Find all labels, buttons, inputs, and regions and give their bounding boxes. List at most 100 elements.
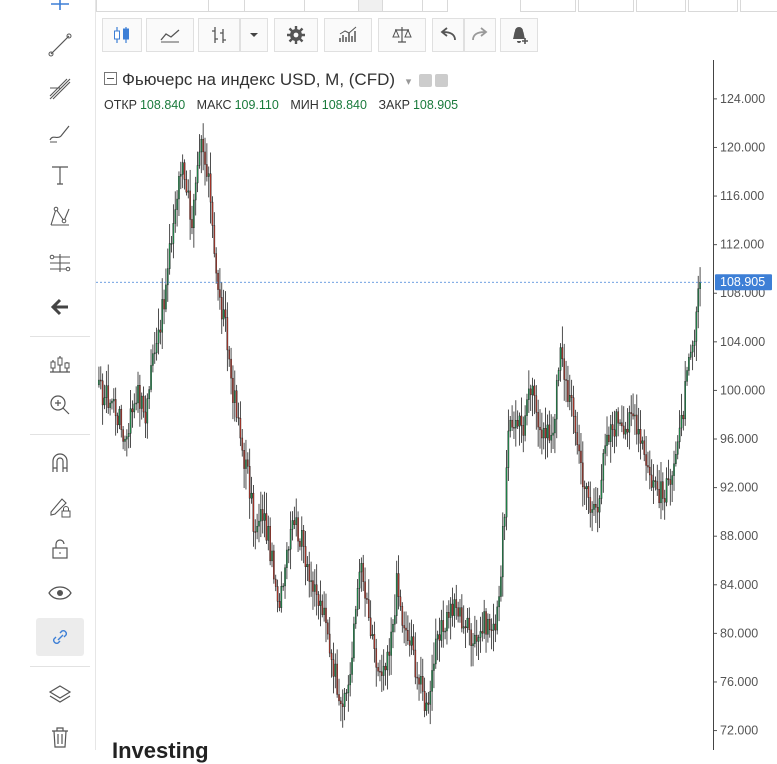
settings-icon[interactable] — [274, 18, 318, 52]
layers-icon[interactable] — [36, 676, 84, 714]
timeframe-button[interactable] — [358, 0, 384, 12]
pattern-icon[interactable] — [36, 198, 84, 236]
legend-dropdown-icon[interactable]: ▾ — [406, 76, 412, 88]
candle-body — [453, 599, 456, 616]
dropdown-icon[interactable] — [240, 18, 268, 52]
timeframe-button[interactable] — [382, 0, 424, 12]
candle-body — [539, 426, 541, 431]
candle-body — [273, 550, 275, 580]
candle-body — [686, 370, 688, 382]
fib-icon[interactable] — [36, 70, 84, 108]
candle-body — [652, 480, 655, 488]
candle-body — [531, 385, 534, 396]
candle-body — [215, 253, 217, 274]
candle-body — [233, 390, 236, 403]
save-button[interactable] — [688, 0, 738, 12]
text-icon[interactable] — [36, 156, 84, 194]
candle-body — [593, 504, 595, 510]
candle-body — [178, 176, 180, 200]
candle-body — [189, 190, 191, 220]
visibility-chip-icon[interactable] — [419, 74, 433, 88]
candle-body — [265, 513, 268, 541]
candle-body — [381, 671, 383, 676]
candle-body — [669, 479, 672, 485]
candle-body — [142, 395, 145, 413]
expand-button[interactable] — [740, 0, 777, 12]
candle-body — [401, 606, 404, 626]
candles-icon[interactable] — [102, 18, 142, 52]
candle-body — [159, 329, 162, 333]
link-icon[interactable] — [36, 618, 84, 656]
candle-body — [260, 509, 262, 522]
unlock-icon[interactable] — [36, 530, 84, 568]
prediction-icon[interactable] — [36, 244, 84, 282]
candle-body — [276, 586, 279, 602]
chart-area[interactable]: 124.000 120.000 116.000 112.000 108.000 104.0… — [96, 60, 777, 750]
fullscreen-layout-button[interactable] — [578, 0, 634, 12]
high-label: МАКС — [196, 98, 232, 112]
candle-body — [501, 526, 504, 578]
candle-body — [591, 509, 593, 513]
magnet-icon[interactable] — [36, 444, 84, 482]
measure-icon[interactable] — [36, 344, 84, 382]
candle-body — [237, 417, 240, 419]
candle-body — [319, 600, 322, 606]
candle-body — [606, 434, 608, 446]
area-icon[interactable] — [146, 18, 194, 52]
share-button[interactable] — [636, 0, 686, 12]
candle-body — [146, 398, 149, 424]
settings-chip-icon[interactable] — [435, 74, 449, 88]
candlestick-chart[interactable]: 124.000120.000116.000112.000108.000104.0… — [96, 60, 777, 750]
candle-body — [330, 652, 333, 660]
alert-icon[interactable] — [500, 18, 538, 52]
trash-icon[interactable] — [36, 718, 84, 756]
brush-icon[interactable] — [36, 114, 84, 152]
candle-body — [611, 424, 614, 430]
timeframe-button[interactable] — [422, 0, 448, 12]
candle-body — [317, 594, 320, 606]
eye-icon[interactable] — [36, 574, 84, 612]
candle-body — [665, 478, 668, 503]
y-tick-label: 116.000 — [720, 189, 764, 203]
undo-icon[interactable] — [432, 18, 464, 52]
candle-body — [477, 637, 480, 642]
timeframe-button[interactable] — [208, 0, 246, 12]
candle-body — [193, 199, 195, 229]
candle-body — [695, 311, 698, 342]
candle-body — [297, 517, 299, 542]
candle-body — [425, 702, 428, 711]
candle-body — [310, 580, 312, 582]
cross-icon[interactable] — [36, 0, 84, 18]
collapse-legend-icon[interactable] — [104, 72, 117, 85]
camera-button[interactable] — [520, 0, 576, 12]
candle-body — [634, 414, 636, 417]
candle-body — [200, 138, 203, 153]
candle-body — [639, 428, 642, 444]
timeframe-button[interactable] — [304, 0, 360, 12]
candle-body — [427, 702, 430, 705]
candle-body — [338, 694, 340, 702]
indicators-icon[interactable] — [324, 18, 372, 52]
redo-icon[interactable] — [464, 18, 496, 52]
bars-icon[interactable] — [198, 18, 240, 52]
compare-icon[interactable] — [378, 18, 426, 52]
candle-body — [647, 465, 649, 468]
timeframe-field[interactable] — [96, 0, 210, 12]
candle-body — [204, 151, 206, 165]
back-arrow-icon[interactable] — [36, 288, 84, 326]
candle-body — [174, 209, 177, 224]
candle-body — [153, 352, 156, 355]
candle-body — [261, 509, 264, 521]
candle-body — [630, 412, 633, 414]
candle-body — [354, 609, 357, 625]
candle-body — [520, 415, 523, 426]
candle-body — [615, 411, 618, 437]
candle-body — [230, 358, 232, 379]
zoom-in-icon[interactable] — [36, 386, 84, 424]
candle-body — [697, 288, 700, 313]
candle-body — [127, 433, 130, 437]
lock-pencil-icon[interactable] — [36, 488, 84, 526]
candle-body — [500, 576, 502, 597]
timeframe-button[interactable] — [244, 0, 306, 12]
trendline-icon[interactable] — [36, 26, 84, 64]
